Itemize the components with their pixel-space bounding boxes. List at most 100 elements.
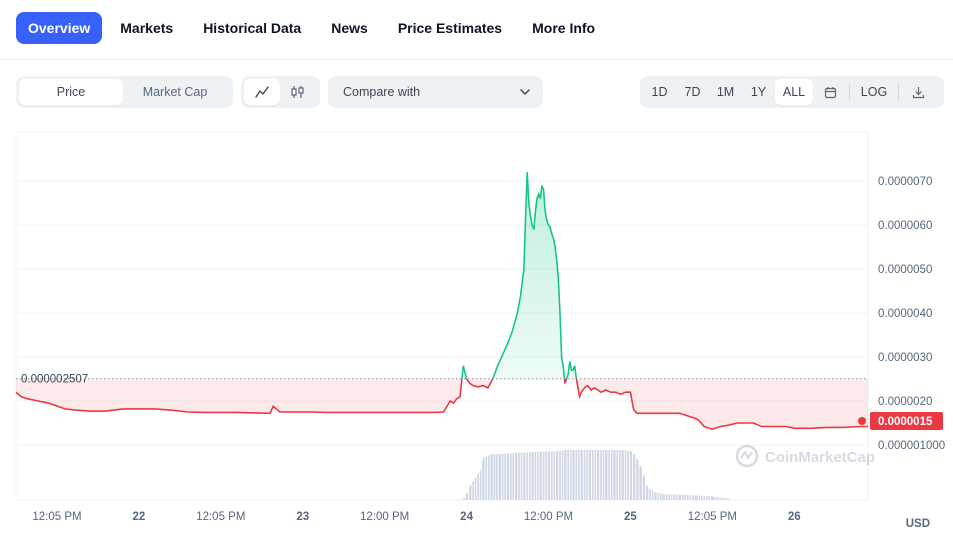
volume-bar	[700, 495, 703, 500]
toolbar-separator	[849, 84, 850, 100]
volume-bar	[518, 452, 520, 500]
currency-label: USD	[906, 518, 930, 530]
volume-bar	[491, 454, 493, 500]
volume-bar	[712, 496, 714, 500]
current-price-label: 0.0000015	[878, 416, 933, 428]
volume-bar	[678, 494, 680, 500]
volume-bar	[567, 450, 569, 500]
volume-bar	[553, 451, 556, 500]
x-tick-label: 12:05 PM	[196, 511, 245, 523]
volume-bar	[545, 451, 547, 500]
x-tick-label: 23	[296, 511, 309, 523]
volume-bar	[682, 494, 684, 500]
volume-bar	[714, 496, 717, 500]
coinmarketcap-logo-mark	[740, 450, 753, 460]
x-tick-label: 24	[460, 511, 473, 523]
volume-bar	[649, 489, 651, 500]
volume-bar	[695, 495, 698, 500]
volume-bar	[526, 452, 529, 500]
tab-overview[interactable]: Overview	[16, 12, 103, 44]
volume-bar	[472, 481, 474, 500]
chart-type-toggle	[241, 76, 320, 108]
tab-more-info[interactable]: More Info	[520, 12, 607, 44]
volume-bar	[485, 456, 488, 500]
volume-bar	[633, 455, 636, 500]
time-range-selector: 1D 7D 1M 1Y ALL LOG	[640, 76, 944, 108]
volume-bar	[687, 494, 689, 500]
volume-bar	[622, 450, 624, 500]
chevron-down-icon	[520, 89, 530, 95]
volume-bar	[673, 494, 675, 500]
candlestick-chart-button[interactable]	[280, 79, 316, 105]
volume-bar	[708, 496, 711, 500]
volume-bar	[646, 487, 649, 500]
volume-bar	[575, 450, 578, 500]
volume-bar	[532, 452, 534, 500]
y-tick-label: 0.0000070	[878, 176, 932, 188]
line-chart-button[interactable]	[244, 79, 280, 105]
price-chart[interactable]: 0.000002507 0.0000070 0.0000060 0.0000050 0…	[0, 120, 953, 547]
tab-news[interactable]: News	[319, 12, 380, 44]
volume-bar	[640, 467, 642, 500]
volume-bar	[569, 450, 572, 500]
nav-divider	[0, 59, 953, 60]
y-tick-label: 0.0000030	[878, 352, 932, 364]
volume-bar	[591, 450, 594, 500]
volume-bar	[660, 493, 662, 500]
volume-bar	[501, 453, 504, 500]
volume-bar	[556, 451, 559, 500]
current-price-dot	[858, 417, 866, 425]
volume-bar	[679, 494, 682, 500]
volume-bar	[542, 451, 545, 500]
volume-bar	[597, 450, 600, 500]
x-tick-label: 25	[624, 511, 637, 523]
tab-price-estimates[interactable]: Price Estimates	[386, 12, 514, 44]
volume-bar	[722, 497, 724, 500]
volume-bar	[515, 453, 518, 500]
volume-bar	[594, 450, 597, 500]
volume-bar	[520, 452, 523, 500]
volume-bar	[630, 451, 633, 500]
volume-bar	[657, 492, 660, 500]
volume-bar	[523, 452, 526, 500]
volume-bar	[589, 450, 592, 500]
volume-bar	[534, 451, 537, 500]
volume-bar	[510, 453, 512, 500]
volume-bar	[616, 450, 619, 500]
y-tick-label: 0.0000050	[878, 264, 932, 276]
tab-markets[interactable]: Markets	[108, 12, 185, 44]
watermark-text: CoinMarketCap	[765, 449, 875, 466]
range-all-button[interactable]: ALL	[775, 79, 813, 105]
volume-bar	[655, 492, 657, 500]
range-7d-button[interactable]: 7D	[676, 79, 709, 105]
volume-bar	[605, 450, 608, 500]
volume-bar	[684, 494, 687, 500]
volume-bar	[504, 453, 506, 500]
volume-bar	[724, 498, 727, 500]
price-toggle-button[interactable]: Price	[19, 79, 123, 105]
log-scale-button[interactable]: LOG	[856, 79, 892, 105]
volume-bar	[608, 450, 610, 500]
tab-historical-data[interactable]: Historical Data	[191, 12, 313, 44]
range-1d-button[interactable]: 1D	[643, 79, 676, 105]
range-1m-button[interactable]: 1M	[709, 79, 742, 105]
volume-bar	[636, 460, 639, 500]
volume-bar	[600, 450, 602, 500]
market-cap-toggle-button[interactable]: Market Cap	[123, 79, 227, 105]
range-1y-button[interactable]: 1Y	[742, 79, 775, 105]
volume-bar	[663, 494, 665, 500]
volume-bar	[710, 496, 713, 500]
volume-bar	[493, 454, 496, 500]
volume-bar	[507, 453, 510, 500]
volume-bar	[540, 451, 542, 500]
toolbar-separator	[898, 84, 899, 100]
volume-bar	[537, 451, 539, 500]
volume-bar	[561, 450, 564, 500]
volume-bar	[578, 450, 580, 500]
download-button[interactable]	[905, 79, 931, 105]
calendar-button[interactable]	[817, 79, 843, 105]
volume-bar	[469, 485, 472, 500]
y-tick-label: 0.0000040	[878, 308, 932, 320]
reference-price-label: 0.000002507	[21, 374, 88, 386]
compare-with-dropdown[interactable]: Compare with	[328, 76, 543, 108]
